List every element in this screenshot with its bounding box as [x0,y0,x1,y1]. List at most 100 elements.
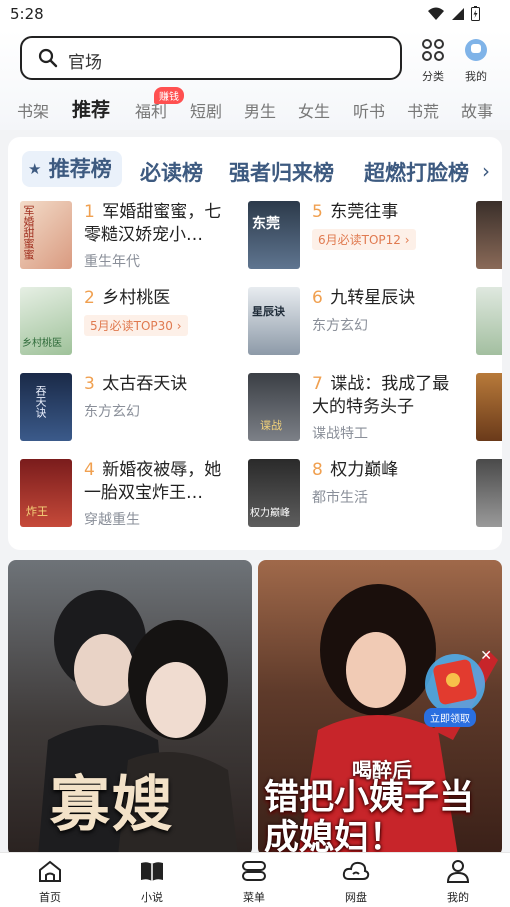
book-category: 谍战特工 [312,426,368,442]
rank-tab-must-read[interactable]: 必读榜 [140,157,203,187]
status-bar: 5:28 [0,0,510,30]
mine-button[interactable]: 我的 [456,38,496,84]
book-rank-number: 4 [84,460,95,480]
search-input[interactable]: 官场 [20,36,402,80]
nav-mine[interactable]: 我的 [428,859,488,905]
rank-tab-strong-return[interactable]: 强者归来榜 [229,157,334,187]
book-rank-number: 5 [312,202,323,222]
rank-tab-face-slap[interactable]: 超燃打脸榜 [364,157,469,187]
book-item[interactable]: 东莞 5 东莞往事 6月必读TOP12 › [248,201,468,273]
banner-title: 错把小姨子当成媳妇！ [264,778,475,856]
book-cover: 乡村桃医 [20,287,72,355]
rank-tag[interactable]: 5月必读TOP30 › [84,315,188,336]
status-time: 5:28 [10,5,44,23]
nav-home-label: 首页 [39,891,61,904]
book-title-text: 谍战：我成了最大的特务头子 [312,374,450,417]
close-icon[interactable]: ✕ [480,648,492,664]
book-item[interactable]: 谍战 7 谍战：我成了最大的特务头子 谍战特工 [248,373,468,445]
cover-text: 军婚甜蜜蜜 [22,205,35,260]
book-cover-partial[interactable] [476,201,502,269]
book-icon [141,862,163,881]
category-tabs: 书架 推荐 福利 赚钱 短剧 男生 女生 听书 书荒 故事 [0,87,510,128]
book-title: 5 东莞往事 [312,201,462,224]
chevron-right-icon[interactable]: › [478,159,490,183]
tab-female[interactable]: 女生 [298,98,330,122]
nav-novel-label: 小说 [141,891,163,904]
tab-recommend[interactable]: 推荐 [72,95,110,122]
banner-title: 寡嫂 [50,770,174,840]
book-cover: 谍战 [248,373,300,441]
book-category: 穿越重生 [84,512,140,528]
book-cover: 东莞 [248,201,300,269]
book-category: 都市生活 [312,490,368,506]
nav-cloud-disk-label: 网盘 [345,891,367,904]
battery-icon [471,6,480,21]
book-item[interactable]: 军婚甜蜜蜜 1 军婚甜蜜蜜，七零糙汉娇宠小… 重生年代 [20,201,240,273]
book-category: 东方玄幻 [84,404,140,420]
wifi-icon [428,7,444,20]
nav-menu-label: 菜单 [243,891,265,904]
book-rank-number: 7 [312,374,323,394]
book-cover: 权力巅峰 [248,459,300,527]
mine-label: 我的 [465,70,487,83]
book-title-text: 军婚甜蜜蜜，七零糙汉娇宠小… [84,202,222,245]
nav-cloud-disk[interactable]: 网盘 [326,859,386,905]
rank-card: ★ 推荐榜 必读榜 强者归来榜 超燃打脸榜 › 军婚甜蜜蜜 1 军婚甜蜜蜜，七零… [8,137,502,550]
book-title: 2 乡村桃医 [84,287,234,310]
nav-mine-label: 我的 [447,891,469,904]
tab-audiobook[interactable]: 听书 [353,98,385,122]
book-item[interactable]: 乡村桃医 2 乡村桃医 5月必读TOP30 › [20,287,240,359]
banner-widow[interactable]: 寡嫂 [8,560,252,856]
cloud-icon [342,861,370,880]
cover-text: 星辰诀 [252,305,285,318]
cover-text: 东莞 [252,216,280,232]
tab-story[interactable]: 故事 [461,98,493,122]
tab-male[interactable]: 男生 [244,98,276,122]
book-cover: 军婚甜蜜蜜 [20,201,72,269]
book-title-text: 权力巅峰 [330,460,399,480]
star-icon: ★ [28,160,42,178]
book-item[interactable]: 吞天诀 3 太古吞天诀 东方玄幻 [20,373,240,445]
earn-badge: 赚钱 [154,87,184,104]
category-button[interactable]: 分类 [413,38,453,84]
search-text: 官场 [68,53,102,73]
cover-text: 吞天诀 [34,385,47,418]
reward-float-button[interactable]: ✕ 立即领取 [416,648,494,727]
book-title: 8 权力巅峰 [312,459,462,482]
book-rank-number: 8 [312,460,323,480]
book-cover-partial[interactable] [476,287,502,355]
book-cover: 星辰诀 [248,287,300,355]
book-item[interactable]: 炸王 4 新婚夜被辱，她一胎双宝炸王… 穿越重生 [20,459,240,531]
book-cover-partial[interactable] [476,459,502,527]
nav-menu[interactable]: 菜单 [224,859,284,905]
header: 官场 分类 我的 书架 推荐 福利 赚钱 短剧 男生 女生 听书 书荒 故事 [0,30,510,130]
rank-tag[interactable]: 6月必读TOP12 › [312,229,416,250]
category-label: 分类 [422,70,444,83]
cover-text: 权力巅峰 [250,508,290,519]
tab-short-drama[interactable]: 短剧 [190,98,222,122]
book-title-text: 新婚夜被辱，她一胎双宝炸王… [84,460,222,503]
book-cover-partial[interactable] [476,373,502,441]
book-title-text: 乡村桃医 [102,288,171,308]
book-item[interactable]: 星辰诀 6 九转星辰诀 东方玄幻 [248,287,468,359]
menu-icon [242,861,266,881]
tab-bookshelf[interactable]: 书架 [17,98,49,122]
book-title: 6 九转星辰诀 [312,287,462,310]
user-icon [446,860,470,883]
signal-icon [452,7,464,20]
book-title: 3 太古吞天诀 [84,373,234,396]
rank-tab-recommend-label: 推荐榜 [48,157,112,181]
status-icons [427,6,480,21]
bottom-nav: 首页 小说 菜单 网盘 我的 [0,852,510,907]
book-cover: 炸王 [20,459,72,527]
rank-tab-recommend[interactable]: ★ 推荐榜 [22,151,122,187]
cover-text: 谍战 [260,419,282,432]
home-icon [39,860,61,882]
book-category: 重生年代 [84,254,140,270]
grid-icon [422,39,444,61]
nav-novel[interactable]: 小说 [122,859,182,905]
book-item[interactable]: 权力巅峰 8 权力巅峰 都市生活 [248,459,468,531]
tab-book-shortage[interactable]: 书荒 [407,98,439,122]
nav-home[interactable]: 首页 [20,859,80,905]
book-rank-number: 3 [84,374,95,394]
